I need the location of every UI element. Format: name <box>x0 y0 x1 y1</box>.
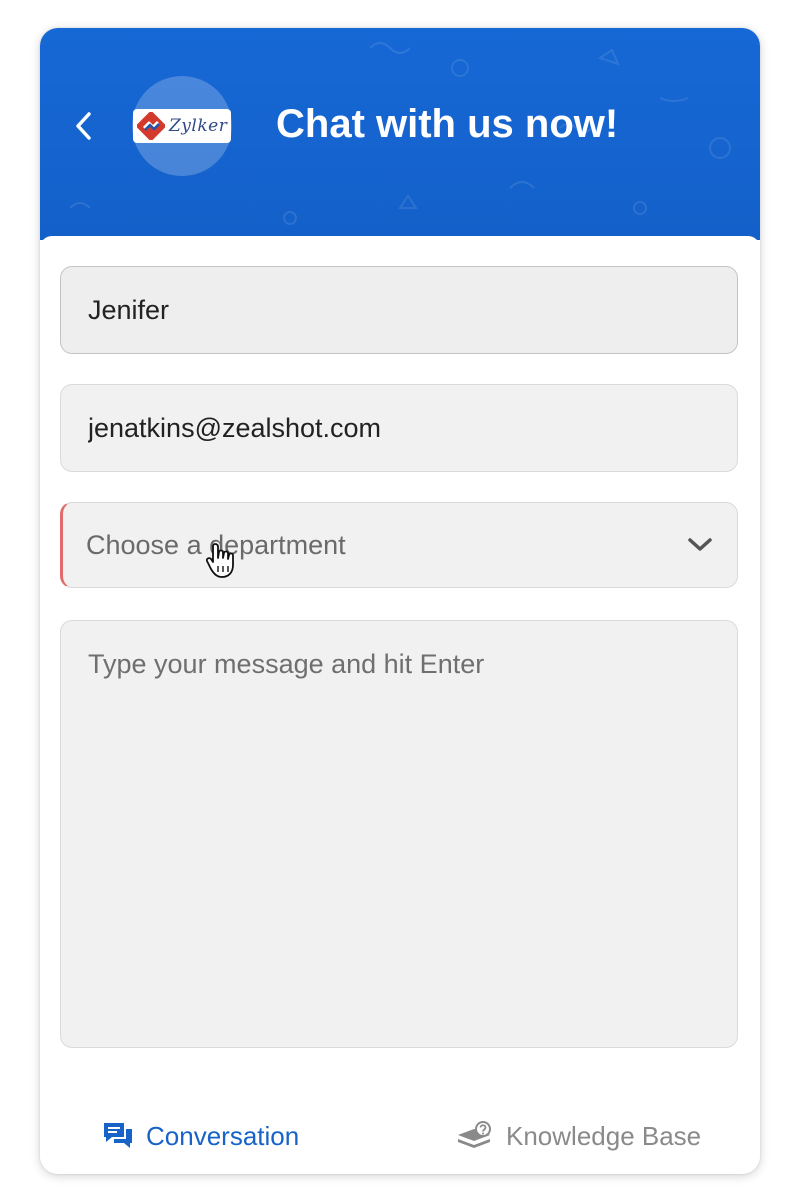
message-textarea[interactable] <box>61 621 737 1047</box>
bottom-tabs: Conversation Knowledge Base <box>40 1106 760 1166</box>
tab-knowledge-base-label: Knowledge Base <box>506 1120 702 1151</box>
tab-conversation-label: Conversation <box>146 1120 300 1151</box>
chat-header: Zylker Chat with us now! <box>40 28 760 240</box>
page-title: Chat with us now! <box>276 102 619 146</box>
dropdown-toggle[interactable] <box>675 502 725 588</box>
name-field[interactable] <box>60 266 738 354</box>
department-placeholder: Choose a department <box>86 529 346 560</box>
name-input[interactable] <box>61 267 737 353</box>
books-help-icon <box>458 1121 491 1148</box>
email-input[interactable] <box>61 385 737 471</box>
chevron-left-icon <box>76 112 91 140</box>
tab-knowledge-base[interactable]: Knowledge Base <box>456 1106 701 1166</box>
logo-text: Zylker <box>169 116 228 136</box>
tab-conversation[interactable]: Conversation <box>102 1106 299 1166</box>
email-field[interactable] <box>60 384 738 472</box>
chat-bubbles-icon <box>104 1123 132 1148</box>
zylker-mark-icon <box>137 112 165 140</box>
back-button[interactable] <box>64 106 104 146</box>
chat-widget: Zylker Chat with us now! Choose a depart… <box>40 28 760 1174</box>
company-logo: Zylker <box>132 76 232 176</box>
message-field[interactable] <box>60 620 738 1048</box>
form-panel: Choose a department Conver <box>40 236 760 1174</box>
logo-card: Zylker <box>133 109 231 143</box>
chevron-down-icon <box>688 538 712 551</box>
department-select[interactable]: Choose a department <box>60 502 738 588</box>
